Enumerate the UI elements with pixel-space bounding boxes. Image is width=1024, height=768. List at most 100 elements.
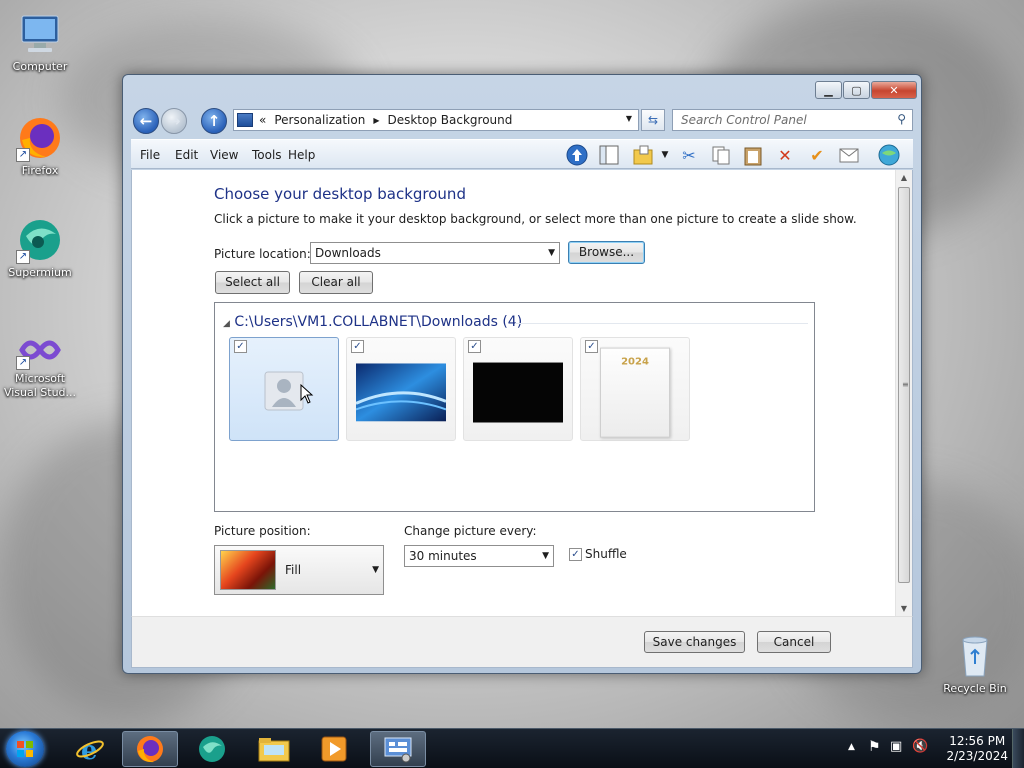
picture-tile[interactable]: ✓ bbox=[346, 337, 456, 441]
chevron-down-icon: ▼ bbox=[372, 565, 379, 575]
forward-button[interactable]: → bbox=[161, 108, 187, 134]
search-placeholder: Search Control Panel bbox=[681, 113, 807, 127]
folder-group-header[interactable]: ◢ C:\Users\VM1.COLLABNET\Downloads (4) bbox=[223, 314, 522, 330]
address-dropdown-icon[interactable]: ▼ bbox=[626, 114, 632, 123]
menu-view[interactable]: View bbox=[210, 148, 238, 162]
blue-abstract-thumbnail bbox=[355, 363, 447, 424]
refresh-button[interactable]: ⇆ bbox=[641, 109, 665, 131]
firefox-icon: ↗ bbox=[16, 114, 64, 162]
scroll-up-icon[interactable]: ▲ bbox=[896, 173, 912, 182]
taskbar: e ▲ ⚑ ▣ 🔇 12:56 PM 2/23/2024 bbox=[0, 728, 1024, 768]
breadcrumb-chevron-icon[interactable]: ▶ bbox=[373, 116, 379, 125]
tile-checkbox[interactable]: ✓ bbox=[234, 340, 247, 353]
start-button[interactable] bbox=[6, 731, 44, 767]
copy-icon[interactable] bbox=[709, 144, 733, 166]
show-desktop-button[interactable] bbox=[1012, 729, 1024, 768]
picture-tile[interactable]: ✓ bbox=[463, 337, 573, 441]
address-bar[interactable]: « Personalization ▶ Desktop Background ▼ bbox=[233, 109, 639, 131]
picture-gallery: ◢ C:\Users\VM1.COLLABNET\Downloads (4) ✓… bbox=[214, 302, 815, 512]
select-all-button[interactable]: Select all bbox=[215, 271, 290, 294]
scroll-down-icon[interactable]: ▼ bbox=[896, 604, 912, 613]
desktop-icon-visual-studio[interactable]: ↗ Microsoft Visual Stud... bbox=[0, 330, 80, 400]
desktop-icon-computer[interactable]: Computer bbox=[0, 10, 80, 73]
desktop-icon-recycle-bin[interactable]: Recycle Bin bbox=[935, 632, 1015, 695]
globe-icon[interactable] bbox=[877, 144, 901, 166]
desktop-icon-firefox[interactable]: ↗ Firefox bbox=[0, 114, 80, 177]
content-area: Choose your desktop background Click a p… bbox=[131, 170, 913, 616]
maximize-button[interactable]: ▢ bbox=[843, 81, 870, 99]
up-folder-icon[interactable] bbox=[565, 144, 589, 166]
action-center-flag-icon[interactable]: ⚑ bbox=[868, 739, 881, 755]
folder-path: C:\Users\VM1.COLLABNET\Downloads (4) bbox=[234, 314, 523, 330]
taskbar-file-explorer[interactable] bbox=[246, 731, 302, 767]
minimize-button[interactable]: ▁ bbox=[815, 81, 842, 99]
clock[interactable]: 12:56 PM 2/23/2024 bbox=[946, 734, 1008, 764]
navigation-bar: ← → ↑ « Personalization ▶ Desktop Backgr… bbox=[131, 107, 913, 135]
desktop-icon-supermium[interactable]: ↗ Supermium bbox=[0, 216, 80, 279]
search-icon[interactable]: ⚲ bbox=[897, 112, 906, 126]
picture-position-value: Fill bbox=[285, 563, 302, 577]
panes-icon[interactable] bbox=[597, 144, 621, 166]
shuffle-checkbox[interactable]: ✓ bbox=[569, 548, 582, 561]
taskbar-internet-explorer[interactable]: e bbox=[62, 731, 118, 767]
taskbar-control-panel[interactable] bbox=[370, 731, 426, 767]
vertical-scrollbar[interactable]: ▲ ≡ ▼ bbox=[895, 170, 912, 616]
properties-check-icon[interactable]: ✔ bbox=[805, 144, 829, 166]
folder-options-dropdown-icon[interactable]: ▼ bbox=[653, 144, 677, 166]
breadcrumb-prefix: « bbox=[259, 113, 267, 127]
close-button[interactable]: ✕ bbox=[871, 81, 917, 99]
windows-logo-icon bbox=[17, 741, 33, 757]
cut-icon[interactable]: ✂ bbox=[677, 144, 701, 166]
menu-edit[interactable]: Edit bbox=[175, 148, 198, 162]
tile-checkbox[interactable]: ✓ bbox=[585, 340, 598, 353]
desktop-icon-label: Supermium bbox=[8, 266, 72, 279]
taskbar-supermium[interactable] bbox=[184, 731, 240, 767]
control-panel-icon bbox=[384, 737, 412, 763]
menu-tools[interactable]: Tools bbox=[252, 148, 282, 162]
picture-position-select[interactable]: Fill ▼ bbox=[214, 545, 384, 595]
up-button[interactable]: ↑ bbox=[201, 108, 227, 134]
supermium-icon: ↗ bbox=[16, 216, 64, 264]
scrollbar-thumb[interactable]: ≡ bbox=[898, 187, 910, 583]
breadcrumb-personalization[interactable]: Personalization bbox=[274, 113, 365, 127]
picture-tile[interactable]: ✓ bbox=[229, 337, 339, 441]
network-icon[interactable]: ▣ bbox=[890, 739, 902, 754]
volume-muted-icon[interactable]: 🔇 bbox=[912, 739, 928, 754]
menu-bar: File Edit View Tools Help ▼ ✂ ✕ ✔ bbox=[131, 139, 913, 169]
desktop-icon-label: Firefox bbox=[21, 164, 59, 177]
group-divider bbox=[515, 323, 808, 324]
save-changes-button[interactable]: Save changes bbox=[644, 631, 745, 653]
shortcut-arrow-icon: ↗ bbox=[16, 250, 30, 264]
picture-location-select[interactable]: Downloads ▼ bbox=[310, 242, 560, 264]
menu-help[interactable]: Help bbox=[288, 148, 315, 162]
tile-checkbox[interactable]: ✓ bbox=[351, 340, 364, 353]
collapse-triangle-icon[interactable]: ◢ bbox=[223, 319, 230, 329]
delete-icon[interactable]: ✕ bbox=[773, 144, 797, 166]
show-hidden-icons-icon[interactable]: ▲ bbox=[848, 742, 855, 752]
folder-options-icon[interactable] bbox=[631, 144, 655, 166]
search-input[interactable]: Search Control Panel ⚲ bbox=[672, 109, 913, 131]
browse-button[interactable]: Browse... bbox=[568, 241, 645, 264]
clock-time: 12:56 PM bbox=[949, 734, 1006, 748]
menu-file[interactable]: File bbox=[140, 148, 160, 162]
desktop-icon-label: Recycle Bin bbox=[943, 682, 1007, 695]
mouse-cursor-icon bbox=[300, 384, 314, 404]
supermium-icon bbox=[199, 736, 225, 762]
chevron-down-icon: ▼ bbox=[548, 248, 555, 258]
desktop-icon-label: Microsoft Visual Stud... bbox=[3, 372, 77, 399]
change-picture-label: Change picture every: bbox=[404, 524, 537, 538]
taskbar-media-player[interactable] bbox=[306, 731, 362, 767]
email-icon[interactable] bbox=[837, 144, 861, 166]
taskbar-firefox[interactable] bbox=[122, 731, 178, 767]
breadcrumb-desktop-background[interactable]: Desktop Background bbox=[387, 113, 512, 127]
change-interval-select[interactable]: 30 minutes ▼ bbox=[404, 545, 554, 567]
picture-position-label: Picture position: bbox=[214, 524, 311, 538]
clear-all-button[interactable]: Clear all bbox=[299, 271, 373, 294]
tile-checkbox[interactable]: ✓ bbox=[468, 340, 481, 353]
caption-buttons: ▁ ▢ ✕ bbox=[815, 81, 917, 99]
back-button[interactable]: ← bbox=[133, 108, 159, 134]
thumbnail-caption: 2024 bbox=[621, 356, 649, 368]
cancel-button[interactable]: Cancel bbox=[757, 631, 831, 653]
paste-icon[interactable] bbox=[741, 144, 765, 166]
picture-tile[interactable]: ✓ 2024 bbox=[580, 337, 690, 441]
